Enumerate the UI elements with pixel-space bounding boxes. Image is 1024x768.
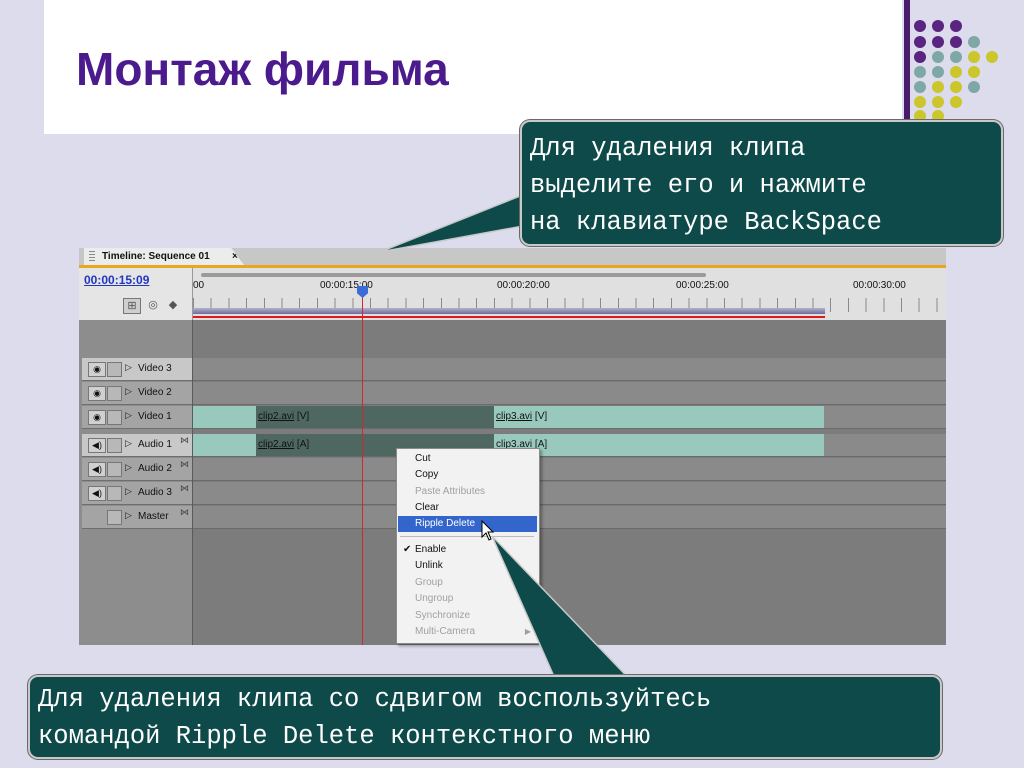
track-name: Video 1 — [138, 411, 172, 422]
lock-toggle-icon[interactable] — [107, 362, 122, 377]
expand-triangle-icon[interactable]: ▷ — [125, 462, 132, 473]
lock-toggle-icon[interactable] — [107, 386, 122, 401]
callout-text: Для удаления клипа со сдвигом воспользуй… — [38, 685, 712, 751]
menu-item-paste-attributes[interactable]: Paste Attributes — [398, 484, 537, 500]
expand-triangle-icon[interactable]: ▷ — [125, 362, 132, 373]
grip-icon — [89, 251, 95, 262]
keyframe-icon[interactable]: ⋈ — [180, 507, 189, 518]
context-menu: Cut Copy Paste Attributes Clear Ripple D… — [396, 448, 540, 644]
track-area[interactable]: clip2.avi [V] clip3.avi [V] clip2.avi [A… — [193, 320, 946, 645]
ruler-label: 00:00:25:00 — [676, 280, 729, 291]
panel-tabstrip: Timeline: Sequence 01 × — [79, 248, 946, 268]
submenu-arrow-icon: ▶ — [524, 627, 531, 636]
lock-toggle-icon[interactable] — [107, 486, 122, 501]
clip-tag: [A] — [294, 439, 310, 450]
clip-a1-clip3[interactable]: clip3.avi [A] — [494, 434, 824, 456]
track-name: Video 2 — [138, 387, 172, 398]
marker-icon[interactable]: ◎ — [145, 298, 161, 312]
menu-item-cut[interactable]: Cut — [398, 451, 537, 467]
menu-item-clear[interactable]: Clear — [398, 500, 537, 516]
speaker-icon[interactable]: ◀) — [88, 486, 106, 501]
track-name: Audio 1 — [138, 439, 172, 450]
track-header-master[interactable]: ▷ Master ⋈ — [82, 506, 192, 529]
eye-icon[interactable]: ◉ — [88, 410, 106, 425]
current-timecode[interactable]: 00:00:15:09 — [84, 273, 149, 287]
keyframe-icon[interactable]: ◆ — [165, 298, 181, 312]
menu-item-ripple-delete[interactable]: Ripple Delete — [398, 516, 537, 532]
clip-tag: [V] — [532, 411, 548, 422]
lane-video-3[interactable] — [193, 358, 946, 381]
eye-icon[interactable]: ◉ — [88, 362, 106, 377]
menu-item-ungroup[interactable]: Ungroup — [398, 591, 537, 607]
tab-timeline-sequence[interactable]: Timeline: Sequence 01 × — [84, 248, 244, 265]
expand-triangle-icon[interactable]: ▷ — [125, 438, 132, 449]
callout-backspace-tip: Для удаления клипа выделите его и нажмит… — [520, 120, 1003, 246]
keyframe-icon[interactable]: ⋈ — [180, 435, 189, 446]
slide-title: Монтаж фильма — [76, 43, 449, 95]
decor-bar — [904, 0, 910, 134]
track-header-audio-1[interactable]: ◀) ▷ Audio 1 ⋈ — [82, 434, 192, 457]
lane-master[interactable] — [193, 506, 946, 529]
menu-item-synchronize[interactable]: Synchronize — [398, 608, 537, 624]
clip-name: clip3.avi — [496, 411, 533, 422]
lane-audio-1[interactable]: clip2.avi [A] clip3.avi [A] — [193, 434, 946, 457]
mouse-pointer-icon — [481, 520, 495, 541]
clip-segment[interactable] — [193, 434, 256, 456]
clip-segment[interactable] — [193, 406, 256, 428]
lane-audio-2[interactable] — [193, 458, 946, 481]
track-name: Audio 3 — [138, 487, 172, 498]
menu-item-unlink[interactable]: Unlink — [398, 558, 537, 574]
lane-audio-3[interactable] — [193, 482, 946, 505]
menu-separator — [400, 536, 534, 537]
snap-icon[interactable]: ⊞ — [123, 298, 141, 314]
clip-tag: [V] — [294, 411, 310, 422]
lock-toggle-icon[interactable] — [107, 410, 122, 425]
ruler-label: 00 — [193, 280, 205, 291]
check-icon: ✔ — [403, 544, 412, 555]
clip-name: clip2.avi — [258, 439, 295, 450]
render-indicator — [193, 316, 825, 318]
menu-item-copy[interactable]: Copy — [398, 467, 537, 483]
ruler-label: 00:00:20:00 — [497, 280, 550, 291]
time-ruler[interactable]: 00 00:00:15:00 00:00:20:00 00:00:25:00 0… — [192, 268, 946, 320]
expand-triangle-icon[interactable]: ▷ — [125, 410, 132, 421]
clip-v1-clip2[interactable]: clip2.avi [V] — [256, 406, 494, 428]
tab-label: Timeline: Sequence 01 — [102, 251, 210, 262]
speaker-icon[interactable]: ◀) — [88, 462, 106, 477]
track-header-video-2[interactable]: ◉ ▷ Video 2 — [82, 382, 192, 405]
lock-toggle-icon[interactable] — [107, 438, 122, 453]
track-name: Audio 2 — [138, 463, 172, 474]
keyframe-icon[interactable]: ⋈ — [180, 483, 189, 494]
eye-icon[interactable]: ◉ — [88, 386, 106, 401]
close-icon[interactable]: × — [232, 248, 238, 265]
work-area-bar[interactable] — [201, 273, 706, 277]
menu-item-enable[interactable]: ✔ Enable — [398, 542, 537, 558]
expand-triangle-icon[interactable]: ▷ — [125, 386, 132, 397]
track-header-audio-3[interactable]: ◀) ▷ Audio 3 ⋈ — [82, 482, 192, 505]
menu-item-multi-camera[interactable]: Multi-Camera ▶ — [398, 624, 537, 640]
render-bar — [193, 308, 825, 314]
track-header-audio-2[interactable]: ◀) ▷ Audio 2 ⋈ — [82, 458, 192, 481]
lane-video-1[interactable]: clip2.avi [V] clip3.avi [V] — [193, 406, 946, 429]
track-header-video-1[interactable]: ◉ ▷ Video 1 — [82, 406, 192, 429]
track-name: Master — [138, 511, 169, 522]
clip-v1-clip3[interactable]: clip3.avi [V] — [494, 406, 824, 428]
track-name: Video 3 — [138, 363, 172, 374]
keyframe-icon[interactable]: ⋈ — [180, 459, 189, 470]
ruler-label: 00:00:30:00 — [853, 280, 906, 291]
track-headers: ◉ ▷ Video 3 ◉ ▷ Video 2 ◉ ▷ Video 1 ◀) ▷ Audio 1… — [79, 320, 193, 645]
callout-ripple-delete-tip: Для удаления клипа со сдвигом воспользуй… — [28, 675, 942, 759]
lane-video-2[interactable] — [193, 382, 946, 405]
callout-text: Для удаления клипа выделите его и нажмит… — [530, 134, 882, 237]
menu-item-group[interactable]: Group — [398, 575, 537, 591]
playhead-line[interactable] — [362, 286, 363, 645]
track-header-video-3[interactable]: ◉ ▷ Video 3 — [82, 358, 192, 381]
clip-name: clip2.avi — [258, 411, 295, 422]
speaker-icon[interactable]: ◀) — [88, 438, 106, 453]
lock-toggle-icon[interactable] — [107, 510, 122, 525]
expand-triangle-icon[interactable]: ▷ — [125, 486, 132, 497]
lock-toggle-icon[interactable] — [107, 462, 122, 477]
expand-triangle-icon[interactable]: ▷ — [125, 510, 132, 521]
